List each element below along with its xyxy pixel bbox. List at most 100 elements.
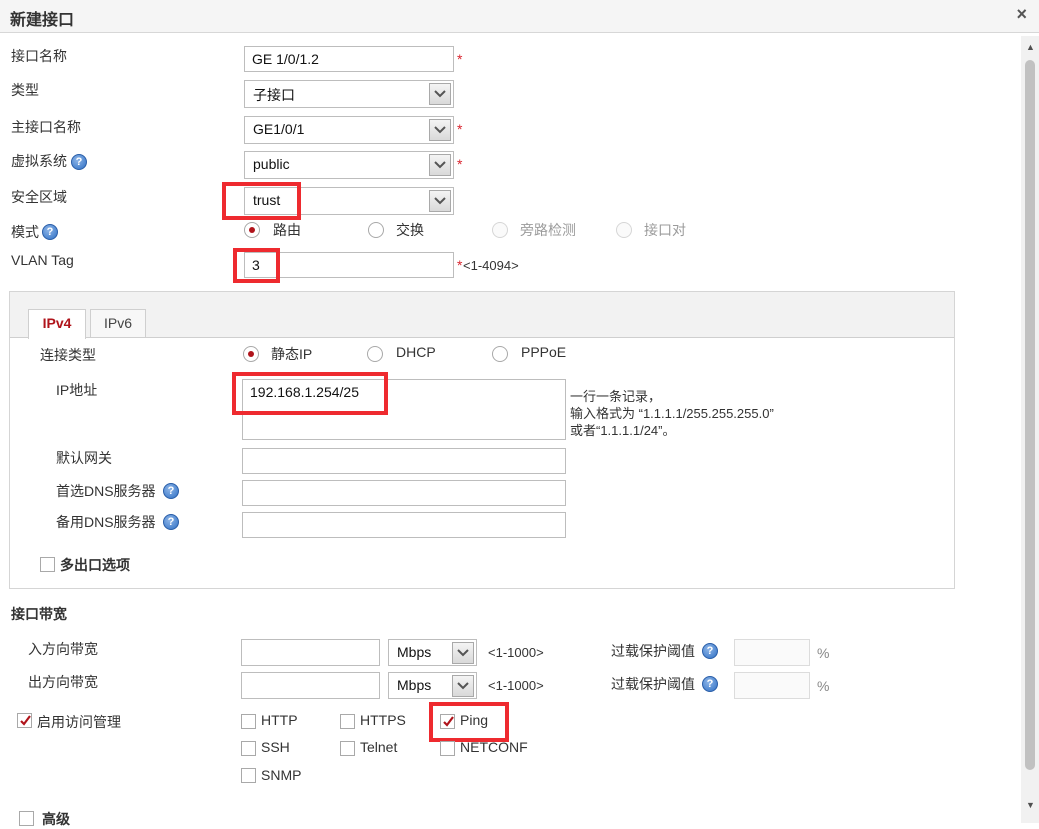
- conn-pppoe-radio[interactable]: [492, 346, 508, 362]
- enable-access-checkbox[interactable]: [17, 713, 32, 728]
- interface-name-input[interactable]: GE 1/0/1.2: [244, 46, 454, 72]
- main-interface-value: GE1/0/1: [253, 121, 305, 137]
- chevron-down-icon[interactable]: [429, 119, 451, 141]
- inbound-overload-label: 过载保护阈值: [611, 643, 695, 659]
- mode-bypass-label: 旁路检测: [520, 222, 576, 238]
- snmp-label: SNMP: [261, 767, 302, 783]
- mode-label: 模式: [11, 224, 39, 240]
- vsys-select[interactable]: public: [244, 151, 454, 179]
- mode-pair-radio: [616, 222, 632, 238]
- required-mark: *: [457, 257, 463, 273]
- chevron-down-icon[interactable]: [429, 190, 451, 212]
- dns1-label: 首选DNS服务器: [56, 483, 156, 499]
- highlight-box: [233, 248, 280, 283]
- telnet-label: Telnet: [360, 739, 398, 755]
- https-label: HTTPS: [360, 712, 406, 728]
- interface-name-label: 接口名称: [11, 48, 67, 64]
- outbound-unit-value: Mbps: [397, 677, 432, 693]
- scroll-down-icon[interactable]: ▼: [1026, 800, 1035, 810]
- required-mark: *: [457, 51, 463, 67]
- conn-type-label: 连接类型: [40, 347, 96, 363]
- gateway-label: 默认网关: [56, 450, 112, 466]
- inbound-bandwidth-input[interactable]: [241, 639, 380, 666]
- bandwidth-section-title: 接口带宽: [11, 606, 67, 622]
- http-checkbox[interactable]: [241, 714, 256, 729]
- scrollbar[interactable]: ▲ ▼: [1021, 36, 1039, 823]
- tab-strip: IPv4 IPv6: [10, 292, 954, 339]
- required-mark: *: [457, 156, 463, 172]
- conn-dhcp-label: DHCP: [396, 344, 436, 360]
- main-interface-label: 主接口名称: [11, 119, 81, 135]
- chevron-down-icon[interactable]: [429, 83, 451, 105]
- outbound-overload-input: [734, 672, 810, 699]
- netconf-checkbox[interactable]: [440, 741, 455, 756]
- ssh-checkbox[interactable]: [241, 741, 256, 756]
- tab-ipv6[interactable]: IPv6: [90, 309, 146, 337]
- https-checkbox[interactable]: [340, 714, 355, 729]
- mode-switch-label: 交换: [396, 222, 424, 238]
- advanced-label: 高级: [42, 811, 70, 827]
- dns1-input[interactable]: [242, 480, 566, 506]
- required-mark: *: [457, 121, 463, 137]
- mode-route-radio[interactable]: [244, 222, 260, 238]
- dialog-title: 新建接口: [10, 12, 75, 29]
- highlight-box: [429, 702, 509, 742]
- help-icon[interactable]: ?: [71, 154, 87, 170]
- outbound-bandwidth-label: 出方向带宽: [28, 674, 98, 690]
- main-interface-select[interactable]: GE1/0/1: [244, 116, 454, 144]
- conn-static-radio[interactable]: [243, 346, 259, 362]
- snmp-checkbox[interactable]: [241, 768, 256, 783]
- help-icon[interactable]: ?: [702, 676, 718, 692]
- dialog-titlebar: 新建接口 ×: [0, 0, 1039, 33]
- mode-bypass-radio: [492, 222, 508, 238]
- scroll-up-icon[interactable]: ▲: [1026, 42, 1035, 52]
- help-icon[interactable]: ?: [42, 224, 58, 240]
- chevron-down-icon[interactable]: [452, 675, 474, 697]
- scrollbar-thumb[interactable]: [1025, 60, 1035, 770]
- chevron-down-icon[interactable]: [429, 154, 451, 176]
- http-label: HTTP: [261, 712, 298, 728]
- vlan-tag-label: VLAN Tag: [11, 252, 74, 268]
- inbound-overload-input: [734, 639, 810, 666]
- highlight-box: [232, 372, 388, 415]
- type-label: 类型: [11, 82, 39, 98]
- outbound-bandwidth-input[interactable]: [241, 672, 380, 699]
- multi-exit-label: 多出口选项: [60, 557, 130, 573]
- enable-access-label: 启用访问管理: [37, 714, 121, 730]
- ip-hint-line3: 或者“1.1.1.1/24”。: [570, 423, 676, 438]
- inbound-range-hint: <1-1000>: [488, 645, 544, 660]
- outbound-overload-label: 过载保护阈值: [611, 676, 695, 692]
- ip-address-label: IP地址: [56, 382, 98, 398]
- advanced-checkbox[interactable]: [19, 811, 34, 826]
- type-select[interactable]: 子接口: [244, 80, 454, 108]
- multi-exit-checkbox[interactable]: [40, 557, 55, 572]
- conn-dhcp-radio[interactable]: [367, 346, 383, 362]
- percent-unit: %: [817, 678, 830, 694]
- mode-route-label: 路由: [273, 222, 301, 238]
- gateway-input[interactable]: [242, 448, 566, 474]
- dns2-input[interactable]: [242, 512, 566, 538]
- zone-label: 安全区域: [11, 189, 67, 205]
- vsys-value: public: [253, 156, 290, 172]
- percent-unit: %: [817, 645, 830, 661]
- outbound-range-hint: <1-1000>: [488, 678, 544, 693]
- highlight-box: [222, 182, 301, 220]
- ssh-label: SSH: [261, 739, 290, 755]
- vsys-label: 虚拟系统: [11, 153, 67, 169]
- help-icon[interactable]: ?: [702, 643, 718, 659]
- netconf-label: NETCONF: [460, 739, 528, 755]
- chevron-down-icon[interactable]: [452, 642, 474, 664]
- inbound-unit-select[interactable]: Mbps: [388, 639, 477, 666]
- mode-pair-label: 接口对: [644, 222, 686, 238]
- mode-switch-radio[interactable]: [368, 222, 384, 238]
- ipv4-panel: IPv4 IPv6: [9, 291, 955, 589]
- outbound-unit-select[interactable]: Mbps: [388, 672, 477, 699]
- help-icon[interactable]: ?: [163, 483, 179, 499]
- conn-static-label: 静态IP: [271, 346, 313, 362]
- telnet-checkbox[interactable]: [340, 741, 355, 756]
- help-icon[interactable]: ?: [163, 514, 179, 530]
- conn-pppoe-label: PPPoE: [521, 344, 567, 360]
- tab-ipv4[interactable]: IPv4: [28, 309, 86, 339]
- inbound-bandwidth-label: 入方向带宽: [28, 641, 98, 657]
- close-icon[interactable]: ×: [1016, 4, 1027, 25]
